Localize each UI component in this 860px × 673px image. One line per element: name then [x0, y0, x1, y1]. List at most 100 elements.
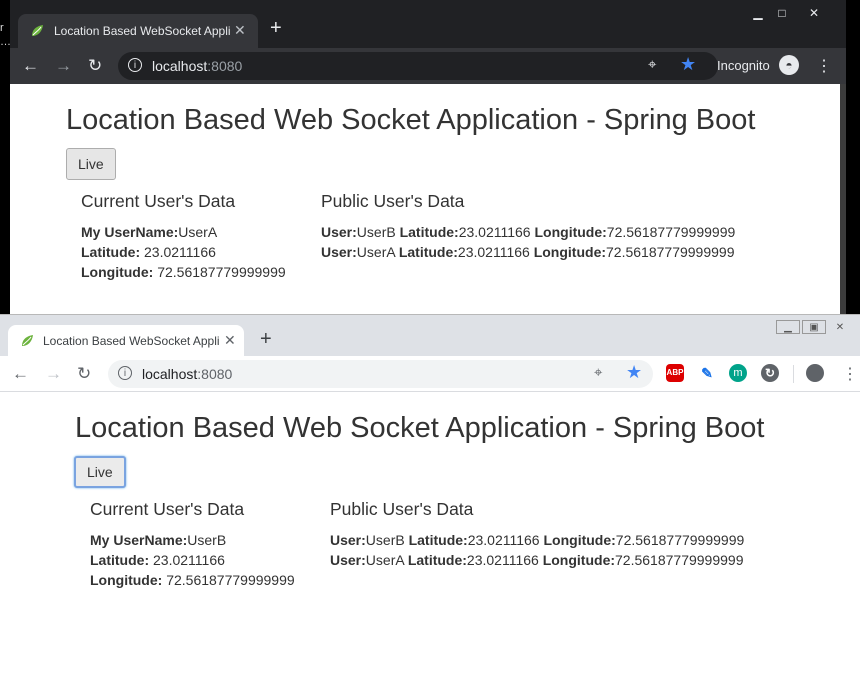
field-value: 72.56187779999999 — [162, 572, 295, 588]
desktop-background — [846, 0, 860, 314]
info-icon[interactable]: i — [128, 58, 142, 72]
tab-title: Location Based WebSocket Appli — [43, 334, 220, 348]
background-text-fragment: … — [0, 36, 11, 48]
location-icon[interactable]: ⌖ — [648, 56, 656, 73]
browser-toolbar: ← → ↻ i localhost:8080 ⌖ ★ Incognito ◓ ⋮ — [10, 48, 846, 84]
close-icon[interactable]: ✕ — [224, 332, 236, 349]
current-user-heading: Current User's Data — [81, 191, 236, 211]
plus-icon[interactable]: + — [260, 329, 272, 349]
public-user-row: User:UserB Latitude:23.0211166 Longitude… — [321, 224, 735, 240]
page-title: Location Based Web Socket Application - … — [66, 104, 756, 136]
field-label: User: — [321, 224, 357, 240]
browser-tab[interactable]: Location Based WebSocket Appli ✕ — [8, 325, 244, 357]
m-extension-icon[interactable]: m — [729, 364, 747, 382]
current-username: My UserName:UserB — [90, 532, 226, 548]
field-value: 23.0211166 — [458, 224, 531, 240]
field-value: UserA — [365, 552, 404, 568]
field-label: Latitude: — [398, 244, 458, 260]
menu-icon[interactable]: ⋮ — [816, 56, 832, 76]
profile-icon[interactable] — [806, 364, 824, 382]
close-window-button[interactable]: ✕ — [794, 4, 834, 22]
window-controls: ▁ □ ✕ — [746, 4, 834, 24]
field-value: UserA — [178, 224, 218, 240]
public-user-row: User:UserB Latitude:23.0211166 Longitude… — [330, 532, 744, 548]
address-bar[interactable]: i localhost:8080 ⌖ ★ — [118, 52, 718, 80]
field-label: Longitude: — [90, 572, 163, 588]
field-label: Longitude: — [543, 532, 616, 548]
field-value: UserB — [365, 532, 405, 548]
sync-icon[interactable]: ↻ — [761, 364, 779, 382]
forward-arrow-icon[interactable]: → — [55, 56, 72, 76]
field-value: UserA — [356, 244, 395, 260]
url-host: localhost — [142, 366, 198, 382]
desktop-background: r … — [0, 0, 11, 314]
field-value: 23.0211166 — [149, 552, 225, 568]
field-value: 23.0211166 — [467, 532, 540, 548]
field-value: 72.56187779999999 — [615, 532, 745, 548]
eyedropper-icon[interactable]: ✎ — [698, 364, 716, 382]
spring-leaf-icon — [22, 335, 33, 346]
field-label: My UserName: — [81, 224, 179, 240]
page-content: Location Based Web Socket Application - … — [0, 392, 860, 673]
forward-arrow-icon[interactable]: → — [45, 364, 62, 384]
incognito-icon[interactable]: ◓ — [779, 55, 799, 75]
back-arrow-icon[interactable]: ← — [22, 56, 39, 76]
public-users-heading: Public User's Data — [321, 191, 465, 211]
reload-icon[interactable]: ↻ — [88, 56, 102, 76]
public-user-row: User:UserA Latitude:23.0211166 Longitude… — [321, 244, 734, 260]
current-latitude: Latitude: 23.0211166 — [90, 552, 225, 568]
field-label: User: — [321, 244, 357, 260]
close-window-button[interactable]: ✕ — [828, 321, 852, 335]
browser-tab[interactable]: Location Based WebSocket Appli ✕ — [18, 14, 258, 48]
url-port: :8080 — [207, 58, 243, 74]
location-icon[interactable]: ⌖ — [594, 364, 602, 381]
plus-icon[interactable]: + — [270, 18, 282, 38]
maximize-button[interactable]: ▣ — [802, 320, 826, 334]
field-label: Longitude: — [533, 244, 607, 260]
field-value: UserB — [356, 224, 396, 240]
url-port: :8080 — [197, 366, 233, 382]
close-icon[interactable]: ✕ — [234, 22, 246, 39]
field-label: User: — [330, 552, 366, 568]
maximize-button[interactable]: □ — [770, 4, 794, 22]
field-label: Latitude: — [399, 224, 459, 240]
current-longitude: Longitude: 72.56187779999999 — [81, 264, 286, 280]
tab-title: Location Based WebSocket Appli — [54, 24, 231, 38]
info-icon[interactable]: i — [118, 366, 132, 380]
url-text: localhost:8080 — [152, 58, 242, 74]
field-label: Latitude: — [90, 552, 150, 568]
field-value: 72.56187779999999 — [606, 244, 735, 260]
field-value: 23.0211166 — [457, 244, 530, 260]
star-icon[interactable]: ★ — [680, 54, 696, 75]
minimize-button[interactable]: ▁ — [746, 4, 770, 22]
live-button[interactable]: Live — [74, 456, 126, 488]
star-icon[interactable]: ★ — [626, 362, 642, 383]
window-controls: ▁ ▣ ✕ — [776, 317, 854, 335]
field-label: Longitude: — [542, 552, 616, 568]
address-bar[interactable]: i localhost:8080 ⌖ ★ — [108, 360, 653, 388]
adblock-extension-icon[interactable]: ABP — [666, 364, 684, 382]
current-longitude: Longitude: 72.56187779999999 — [90, 572, 295, 588]
background-text-fragment: r — [0, 22, 4, 34]
menu-icon[interactable]: ⋮ — [842, 364, 858, 384]
public-user-row: User:UserA Latitude:23.0211166 Longitude… — [330, 552, 743, 568]
minimize-button[interactable]: ▁ — [776, 320, 800, 334]
field-label: Longitude: — [81, 264, 154, 280]
field-value: 23.0211166 — [140, 244, 216, 260]
current-username: My UserName:UserA — [81, 224, 217, 240]
field-label: Latitude: — [407, 552, 467, 568]
page-title: Location Based Web Socket Application - … — [75, 412, 765, 444]
url-host: localhost — [152, 58, 208, 74]
reload-icon[interactable]: ↻ — [77, 364, 91, 384]
field-label: Latitude: — [408, 532, 468, 548]
tab-strip: Location Based WebSocket Appli ✕ + ▁ ▣ ✕ — [0, 314, 860, 357]
field-value: 72.56187779999999 — [153, 264, 286, 280]
incognito-browser-window: r … Location Based WebSocket Appli ✕ + ▁… — [0, 0, 860, 314]
live-button[interactable]: Live — [66, 148, 116, 180]
field-label: Latitude: — [81, 244, 141, 260]
current-user-heading: Current User's Data — [90, 499, 245, 519]
back-arrow-icon[interactable]: ← — [12, 364, 29, 384]
field-label: Longitude: — [534, 224, 607, 240]
field-value: UserB — [187, 532, 227, 548]
browser-toolbar: ← → ↻ i localhost:8080 ⌖ ★ ABP ✎ m ↻ ⋮ — [0, 356, 860, 392]
